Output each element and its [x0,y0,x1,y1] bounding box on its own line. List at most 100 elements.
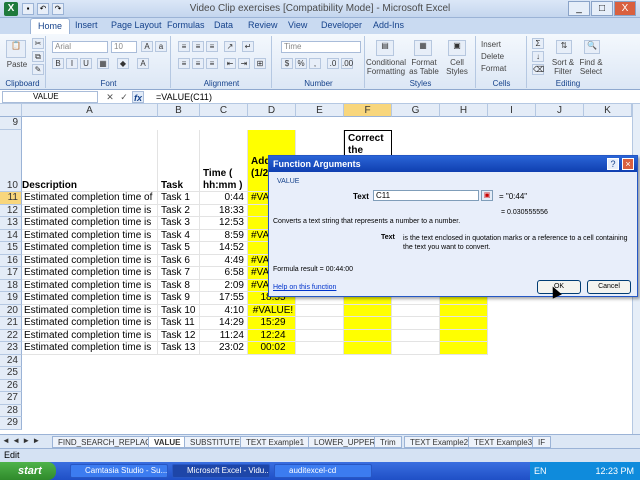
sheet-tab[interactable]: FIND_SEARCH_REPLACE [52,436,163,448]
description-cell[interactable]: Estimated completion time is [22,304,158,317]
align-top-icon[interactable]: ≡ [178,41,190,52]
description-cell[interactable]: Estimated completion time is [22,204,158,217]
correct-cell[interactable] [344,304,392,317]
help-icon[interactable]: ? [607,158,619,170]
row-header[interactable]: 9 [0,117,22,130]
sheet-tab[interactable]: TEXT Example3 [468,436,539,448]
bold-icon[interactable]: B [52,58,64,69]
time-cell[interactable]: 6:58 [200,267,248,280]
column-header-j[interactable]: J [536,104,584,117]
grow-font-icon[interactable]: A [141,41,153,52]
font-name-box[interactable]: Arial [52,41,108,53]
row-header[interactable]: 26 [0,379,22,392]
conditional-formatting-button[interactable]: Conditional Formatting [366,58,406,76]
number-format-box[interactable]: Time [281,41,361,53]
sheet-tab[interactable]: TEXT Example2 [404,436,475,448]
autosum-icon[interactable]: Σ [532,38,544,49]
description-cell[interactable]: Estimated completion time is [22,254,158,267]
format-button[interactable]: Format [481,64,506,73]
tab-home[interactable]: Home [30,18,71,34]
description-cell[interactable]: Estimated completion time is [22,217,158,230]
column-header-e[interactable]: E [296,104,344,117]
borders-icon[interactable]: ▦ [97,58,109,69]
cell[interactable] [296,304,344,317]
sheet-nav-arrows[interactable]: ◄ ◄ ► ► [2,436,40,445]
enter-icon[interactable]: ✓ [118,91,130,103]
column-header-f[interactable]: F [344,104,392,117]
cell[interactable] [296,317,344,330]
find-select-icon[interactable]: 🔍 [584,40,600,54]
fill-icon[interactable]: ↓ [532,51,544,62]
row-header[interactable]: 23 [0,342,22,355]
formula-input[interactable]: =VALUE(C11) [156,91,212,103]
cut-icon[interactable]: ✂ [32,38,44,49]
row-header[interactable]: 29 [0,417,22,430]
time-cell[interactable]: 2:09 [200,279,248,292]
time-cell[interactable]: 14:29 [200,317,248,330]
tab-insert[interactable]: Insert [68,18,105,34]
row-header[interactable]: 24 [0,354,22,367]
time-cell[interactable]: 17:55 [200,292,248,305]
time-cell[interactable]: 8:59 [200,229,248,242]
format-as-table-icon[interactable]: ▦ [414,40,432,56]
time-cell[interactable]: 18:33 [200,204,248,217]
add-hour-cell[interactable]: #VALUE! [248,304,296,317]
format-as-table-button[interactable]: Format as Table [408,58,440,76]
add-hour-cell[interactable]: 12:24 [248,329,296,342]
align-middle-icon[interactable]: ≡ [192,41,204,52]
cell-styles-button[interactable]: Cell Styles [442,58,472,76]
sort-filter-button[interactable]: Sort & Filter [548,58,578,76]
correct-cell[interactable] [344,342,392,355]
dialog-title[interactable]: Function Arguments [269,156,637,172]
dialog-close-button[interactable]: × [622,158,634,170]
description-cell[interactable]: Estimated completion time is [22,242,158,255]
minimize-button[interactable]: _ [568,1,590,16]
delete-button[interactable]: Delete [481,52,504,61]
help-on-function-link[interactable]: Help on this function [273,284,336,291]
find-select-button[interactable]: Find & Select [576,58,606,76]
insert-button[interactable]: Insert [481,40,501,49]
time-cell[interactable]: 12:53 [200,217,248,230]
task-cell[interactable]: Task 3 [158,217,200,230]
currency-icon[interactable]: $ [281,58,293,69]
font-color-icon[interactable]: A [137,58,149,69]
sheet-tab[interactable]: VALUE [148,436,187,448]
sheet-tab[interactable]: TEXT Example1 [240,436,311,448]
taskbar-camtasia[interactable]: Camtasia Studio - Su... [70,464,168,478]
row-header[interactable]: 27 [0,392,22,405]
taskbar-excel[interactable]: Microsoft Excel - Vidu... [172,464,270,478]
tab-review[interactable]: Review [241,18,285,34]
column-header-a[interactable]: A [22,104,158,117]
wrap-text-icon[interactable]: ↵ [242,41,254,52]
task-cell[interactable]: Task 9 [158,292,200,305]
merge-center-icon[interactable]: ⊞ [254,58,266,69]
time-cell[interactable]: 14:52 [200,242,248,255]
maximize-button[interactable]: □ [591,1,613,16]
row-header[interactable]: 18 [0,279,22,292]
tab-view[interactable]: View [281,18,314,34]
close-button[interactable]: X [614,1,636,16]
helper-cell[interactable] [440,329,488,342]
task-cell[interactable]: Task 7 [158,267,200,280]
text-argument-input[interactable]: C11 [373,190,479,201]
align-bottom-icon[interactable]: ≡ [206,41,218,52]
row-header[interactable]: 21 [0,317,22,330]
row-header[interactable]: 13 [0,217,22,230]
paste-icon[interactable]: 📋 [6,40,26,58]
row-header[interactable]: 28 [0,404,22,417]
helper-cell[interactable] [440,304,488,317]
italic-icon[interactable]: I [66,58,78,69]
task-cell[interactable]: Task 2 [158,204,200,217]
row-header[interactable]: 12 [0,204,22,217]
underline-icon[interactable]: U [80,58,92,69]
description-cell[interactable]: Estimated completion time is [22,229,158,242]
row-header[interactable]: 20 [0,304,22,317]
row-header[interactable]: 10 [0,130,22,192]
column-header-d[interactable]: D [248,104,296,117]
orientation-icon[interactable]: ↗ [224,41,236,52]
task-cell[interactable]: Task 13 [158,342,200,355]
row-header[interactable]: 16 [0,254,22,267]
shrink-font-icon[interactable]: a [155,41,167,52]
sheet-tab[interactable]: SUBSTITUTE [184,436,246,448]
align-right-icon[interactable]: ≡ [206,58,218,69]
